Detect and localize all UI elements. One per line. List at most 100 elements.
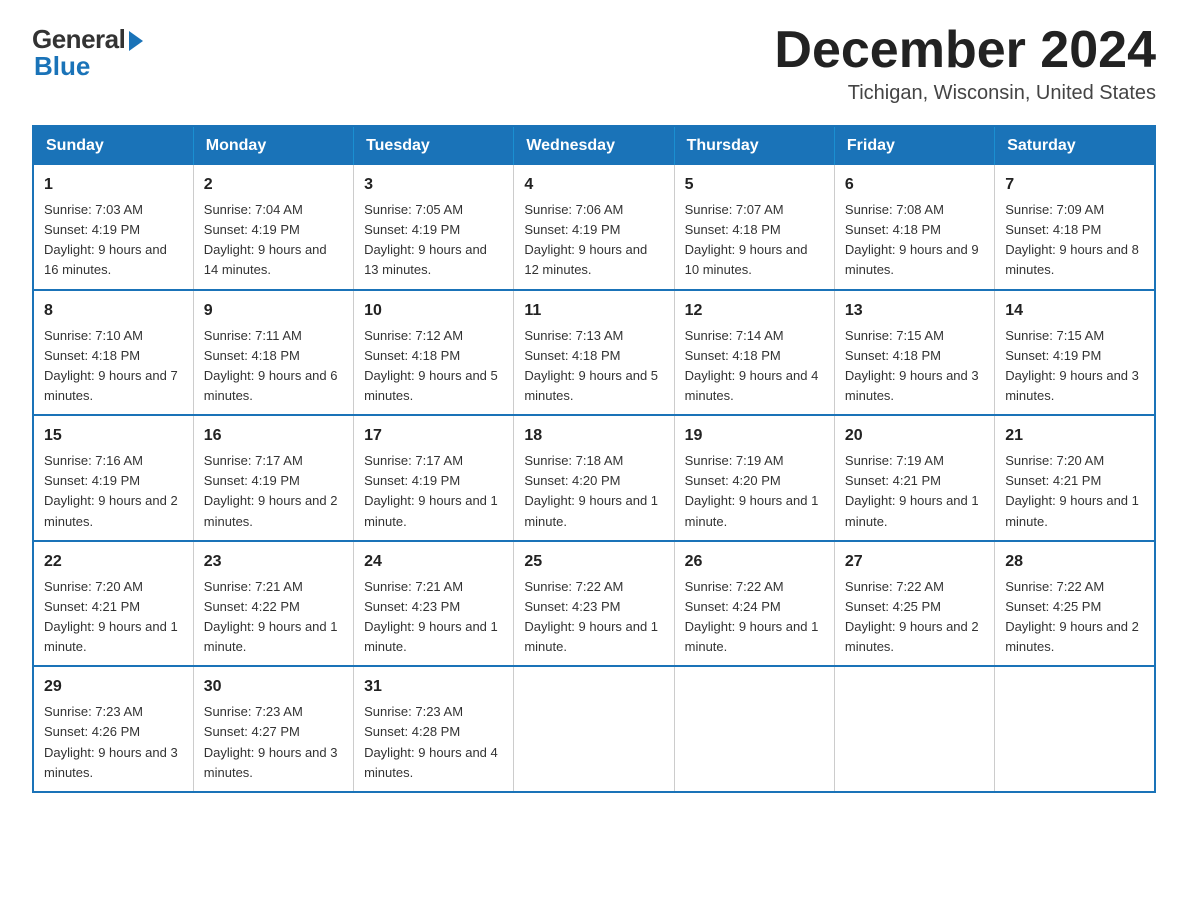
- calendar-body: 1 Sunrise: 7:03 AMSunset: 4:19 PMDayligh…: [33, 165, 1155, 792]
- day-number: 25: [524, 550, 663, 574]
- calendar-cell: 20 Sunrise: 7:19 AMSunset: 4:21 PMDaylig…: [834, 415, 994, 541]
- calendar-cell: [514, 666, 674, 792]
- day-info: Sunrise: 7:07 AMSunset: 4:18 PMDaylight:…: [685, 202, 808, 277]
- day-number: 8: [44, 299, 183, 323]
- day-info: Sunrise: 7:22 AMSunset: 4:25 PMDaylight:…: [845, 579, 979, 654]
- calendar-cell: [834, 666, 994, 792]
- calendar-cell: 6 Sunrise: 7:08 AMSunset: 4:18 PMDayligh…: [834, 165, 994, 290]
- calendar-cell: 25 Sunrise: 7:22 AMSunset: 4:23 PMDaylig…: [514, 541, 674, 667]
- calendar-cell: 3 Sunrise: 7:05 AMSunset: 4:19 PMDayligh…: [354, 165, 514, 290]
- day-number: 11: [524, 299, 663, 323]
- calendar-cell: 10 Sunrise: 7:12 AMSunset: 4:18 PMDaylig…: [354, 290, 514, 416]
- calendar-cell: 29 Sunrise: 7:23 AMSunset: 4:26 PMDaylig…: [33, 666, 193, 792]
- header-tuesday: Tuesday: [354, 126, 514, 165]
- day-info: Sunrise: 7:04 AMSunset: 4:19 PMDaylight:…: [204, 202, 327, 277]
- day-info: Sunrise: 7:21 AMSunset: 4:23 PMDaylight:…: [364, 579, 498, 654]
- page-header: General Blue December 2024 Tichigan, Wis…: [32, 24, 1156, 105]
- header-saturday: Saturday: [995, 126, 1155, 165]
- day-number: 28: [1005, 550, 1144, 574]
- day-number: 9: [204, 299, 343, 323]
- day-info: Sunrise: 7:20 AMSunset: 4:21 PMDaylight:…: [44, 579, 178, 654]
- day-info: Sunrise: 7:22 AMSunset: 4:23 PMDaylight:…: [524, 579, 658, 654]
- calendar-cell: 2 Sunrise: 7:04 AMSunset: 4:19 PMDayligh…: [193, 165, 353, 290]
- day-number: 18: [524, 424, 663, 448]
- calendar-cell: [674, 666, 834, 792]
- calendar-cell: 15 Sunrise: 7:16 AMSunset: 4:19 PMDaylig…: [33, 415, 193, 541]
- day-info: Sunrise: 7:05 AMSunset: 4:19 PMDaylight:…: [364, 202, 487, 277]
- calendar-cell: 14 Sunrise: 7:15 AMSunset: 4:19 PMDaylig…: [995, 290, 1155, 416]
- day-info: Sunrise: 7:14 AMSunset: 4:18 PMDaylight:…: [685, 328, 819, 403]
- day-info: Sunrise: 7:06 AMSunset: 4:19 PMDaylight:…: [524, 202, 647, 277]
- day-number: 20: [845, 424, 984, 448]
- logo: General Blue: [32, 24, 143, 82]
- day-number: 26: [685, 550, 824, 574]
- day-number: 21: [1005, 424, 1144, 448]
- day-number: 30: [204, 675, 343, 699]
- calendar-cell: 24 Sunrise: 7:21 AMSunset: 4:23 PMDaylig…: [354, 541, 514, 667]
- day-info: Sunrise: 7:15 AMSunset: 4:19 PMDaylight:…: [1005, 328, 1139, 403]
- day-number: 13: [845, 299, 984, 323]
- calendar-table: SundayMondayTuesdayWednesdayThursdayFrid…: [32, 125, 1156, 793]
- calendar-cell: [995, 666, 1155, 792]
- calendar-header: SundayMondayTuesdayWednesdayThursdayFrid…: [33, 126, 1155, 165]
- calendar-cell: 5 Sunrise: 7:07 AMSunset: 4:18 PMDayligh…: [674, 165, 834, 290]
- week-row-4: 22 Sunrise: 7:20 AMSunset: 4:21 PMDaylig…: [33, 541, 1155, 667]
- calendar-cell: 26 Sunrise: 7:22 AMSunset: 4:24 PMDaylig…: [674, 541, 834, 667]
- day-number: 15: [44, 424, 183, 448]
- day-number: 14: [1005, 299, 1144, 323]
- calendar-cell: 22 Sunrise: 7:20 AMSunset: 4:21 PMDaylig…: [33, 541, 193, 667]
- calendar-cell: 16 Sunrise: 7:17 AMSunset: 4:19 PMDaylig…: [193, 415, 353, 541]
- day-number: 27: [845, 550, 984, 574]
- day-info: Sunrise: 7:21 AMSunset: 4:22 PMDaylight:…: [204, 579, 338, 654]
- header-monday: Monday: [193, 126, 353, 165]
- calendar-cell: 21 Sunrise: 7:20 AMSunset: 4:21 PMDaylig…: [995, 415, 1155, 541]
- day-info: Sunrise: 7:11 AMSunset: 4:18 PMDaylight:…: [204, 328, 338, 403]
- logo-blue-text: Blue: [34, 51, 90, 82]
- day-number: 5: [685, 173, 824, 197]
- day-number: 23: [204, 550, 343, 574]
- day-number: 16: [204, 424, 343, 448]
- day-number: 7: [1005, 173, 1144, 197]
- week-row-5: 29 Sunrise: 7:23 AMSunset: 4:26 PMDaylig…: [33, 666, 1155, 792]
- calendar-cell: 27 Sunrise: 7:22 AMSunset: 4:25 PMDaylig…: [834, 541, 994, 667]
- day-number: 29: [44, 675, 183, 699]
- day-number: 31: [364, 675, 503, 699]
- day-info: Sunrise: 7:20 AMSunset: 4:21 PMDaylight:…: [1005, 453, 1139, 528]
- day-info: Sunrise: 7:12 AMSunset: 4:18 PMDaylight:…: [364, 328, 498, 403]
- header-sunday: Sunday: [33, 126, 193, 165]
- day-info: Sunrise: 7:23 AMSunset: 4:28 PMDaylight:…: [364, 704, 498, 779]
- week-row-3: 15 Sunrise: 7:16 AMSunset: 4:19 PMDaylig…: [33, 415, 1155, 541]
- day-number: 12: [685, 299, 824, 323]
- day-info: Sunrise: 7:23 AMSunset: 4:27 PMDaylight:…: [204, 704, 338, 779]
- calendar-cell: 17 Sunrise: 7:17 AMSunset: 4:19 PMDaylig…: [354, 415, 514, 541]
- day-info: Sunrise: 7:03 AMSunset: 4:19 PMDaylight:…: [44, 202, 167, 277]
- header-friday: Friday: [834, 126, 994, 165]
- day-info: Sunrise: 7:17 AMSunset: 4:19 PMDaylight:…: [364, 453, 498, 528]
- day-number: 1: [44, 173, 183, 197]
- day-number: 17: [364, 424, 503, 448]
- day-info: Sunrise: 7:22 AMSunset: 4:24 PMDaylight:…: [685, 579, 819, 654]
- location-text: Tichigan, Wisconsin, United States: [774, 82, 1156, 105]
- day-info: Sunrise: 7:09 AMSunset: 4:18 PMDaylight:…: [1005, 202, 1139, 277]
- day-info: Sunrise: 7:19 AMSunset: 4:20 PMDaylight:…: [685, 453, 819, 528]
- week-row-2: 8 Sunrise: 7:10 AMSunset: 4:18 PMDayligh…: [33, 290, 1155, 416]
- title-area: December 2024 Tichigan, Wisconsin, Unite…: [774, 24, 1156, 105]
- day-number: 2: [204, 173, 343, 197]
- calendar-cell: 4 Sunrise: 7:06 AMSunset: 4:19 PMDayligh…: [514, 165, 674, 290]
- header-thursday: Thursday: [674, 126, 834, 165]
- calendar-cell: 30 Sunrise: 7:23 AMSunset: 4:27 PMDaylig…: [193, 666, 353, 792]
- calendar-cell: 19 Sunrise: 7:19 AMSunset: 4:20 PMDaylig…: [674, 415, 834, 541]
- logo-arrow-icon: [129, 31, 143, 51]
- calendar-cell: 11 Sunrise: 7:13 AMSunset: 4:18 PMDaylig…: [514, 290, 674, 416]
- day-info: Sunrise: 7:08 AMSunset: 4:18 PMDaylight:…: [845, 202, 979, 277]
- day-info: Sunrise: 7:18 AMSunset: 4:20 PMDaylight:…: [524, 453, 658, 528]
- calendar-cell: 28 Sunrise: 7:22 AMSunset: 4:25 PMDaylig…: [995, 541, 1155, 667]
- day-info: Sunrise: 7:13 AMSunset: 4:18 PMDaylight:…: [524, 328, 658, 403]
- day-info: Sunrise: 7:15 AMSunset: 4:18 PMDaylight:…: [845, 328, 979, 403]
- calendar-cell: 13 Sunrise: 7:15 AMSunset: 4:18 PMDaylig…: [834, 290, 994, 416]
- calendar-cell: 7 Sunrise: 7:09 AMSunset: 4:18 PMDayligh…: [995, 165, 1155, 290]
- calendar-cell: 8 Sunrise: 7:10 AMSunset: 4:18 PMDayligh…: [33, 290, 193, 416]
- day-number: 10: [364, 299, 503, 323]
- day-number: 4: [524, 173, 663, 197]
- calendar-cell: 31 Sunrise: 7:23 AMSunset: 4:28 PMDaylig…: [354, 666, 514, 792]
